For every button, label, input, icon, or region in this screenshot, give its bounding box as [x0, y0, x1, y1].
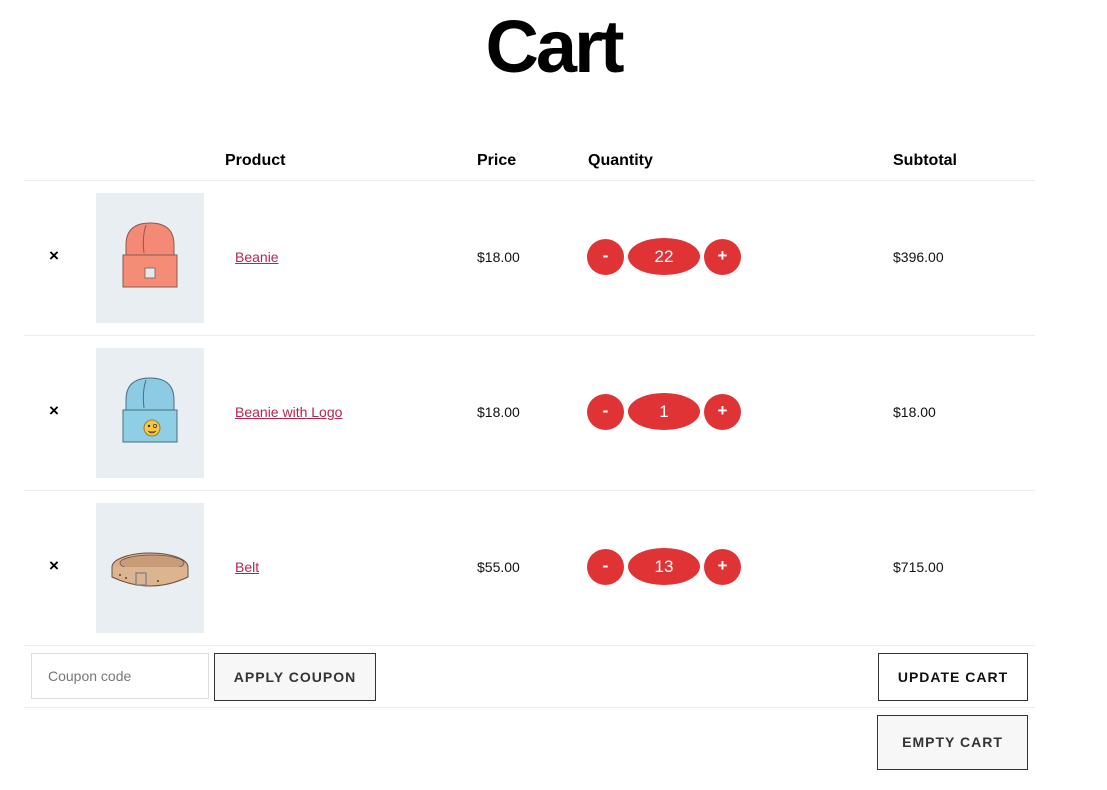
quantity-stepper: - +	[587, 548, 747, 585]
header-subtotal: Subtotal	[893, 152, 957, 169]
table-row: × Beanie with Logo $18.00 - + $18.00	[24, 336, 1035, 491]
apply-coupon-button[interactable]: APPLY COUPON	[214, 653, 376, 701]
quantity-input[interactable]	[628, 393, 700, 430]
increase-quantity-button[interactable]: +	[704, 239, 741, 275]
increase-quantity-button[interactable]: +	[704, 394, 741, 430]
empty-cart-button[interactable]: EMPTY CART	[877, 715, 1028, 770]
product-thumbnail[interactable]	[96, 193, 204, 323]
header-quantity: Quantity	[588, 152, 653, 169]
remove-item-button[interactable]: ×	[47, 247, 61, 265]
table-row: × Beanie $18.00 - + $396.00	[24, 181, 1035, 336]
product-subtotal: $18.00	[893, 404, 936, 420]
quantity-input[interactable]	[628, 238, 700, 275]
belt-icon	[111, 552, 189, 587]
update-cart-button[interactable]: UPDATE CART	[878, 653, 1028, 701]
blue-beanie-icon	[122, 377, 178, 443]
decrease-quantity-button[interactable]: -	[587, 394, 624, 430]
product-thumbnail[interactable]	[96, 348, 204, 478]
decrease-quantity-button[interactable]: -	[587, 549, 624, 585]
header-price: Price	[477, 152, 517, 169]
header-product: Product	[225, 152, 286, 169]
product-subtotal: $396.00	[893, 249, 944, 265]
product-link[interactable]: Belt	[235, 559, 259, 575]
increase-quantity-button[interactable]: +	[704, 549, 741, 585]
cart-actions: APPLY COUPON UPDATE CART	[24, 646, 1035, 708]
table-header: Product Price Quantity Subtotal	[24, 140, 1035, 181]
cart-table: Product Price Quantity Subtotal × Beanie…	[24, 140, 1035, 708]
remove-item-button[interactable]: ×	[47, 557, 61, 575]
quantity-input[interactable]	[628, 548, 700, 585]
remove-item-button[interactable]: ×	[47, 402, 61, 420]
orange-beanie-icon	[122, 222, 178, 288]
table-row: × Belt $55.00 - + $715.00	[24, 491, 1035, 646]
page-title: Cart	[485, 5, 624, 88]
product-thumbnail[interactable]	[96, 503, 204, 633]
product-link[interactable]: Beanie with Logo	[235, 404, 342, 420]
quantity-stepper: - +	[587, 238, 747, 275]
product-subtotal: $715.00	[893, 559, 944, 575]
decrease-quantity-button[interactable]: -	[587, 239, 624, 275]
product-link[interactable]: Beanie	[235, 249, 279, 265]
coupon-code-input[interactable]	[31, 653, 209, 699]
quantity-stepper: - +	[587, 393, 747, 430]
product-price: $18.00	[477, 404, 520, 420]
product-price: $18.00	[477, 249, 520, 265]
product-price: $55.00	[477, 559, 520, 575]
